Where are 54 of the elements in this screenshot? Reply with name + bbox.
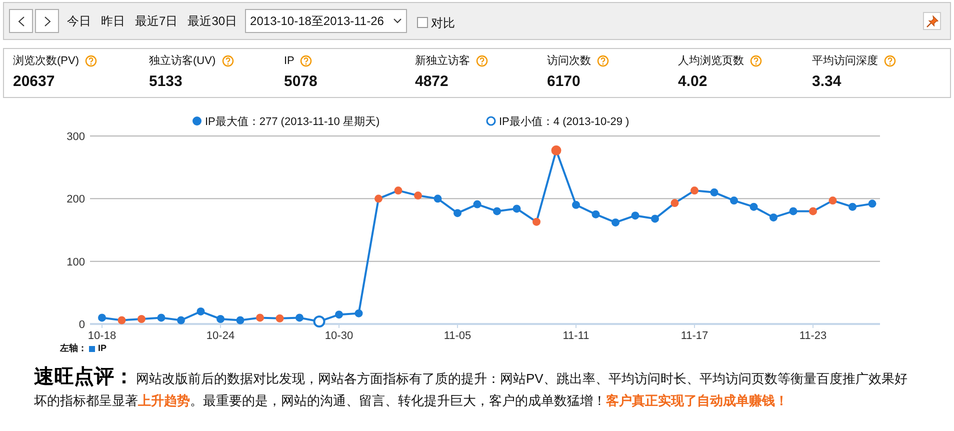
x-tick-label: 10-30 (324, 330, 354, 342)
next-button[interactable] (35, 9, 59, 33)
chevron-down-icon (393, 18, 402, 24)
stat-label: 独立访客(UV) (149, 54, 216, 69)
date-range-link[interactable]: 今日 (67, 12, 91, 30)
y-tick-label: 300 (66, 131, 85, 143)
stat-label: 新独立访客 (415, 54, 470, 69)
help-icon[interactable] (222, 55, 234, 68)
series-swatch (89, 346, 95, 352)
x-tick-label: 10-18 (88, 330, 116, 342)
hollow-dot-icon (486, 116, 496, 126)
filled-dot-icon (192, 116, 202, 126)
stat-value: 4.02 (678, 74, 708, 88)
y-tick-label: 0 (78, 319, 85, 331)
stat-value: 3.34 (812, 74, 842, 88)
compare-label: 对比 (431, 14, 456, 32)
help-icon[interactable] (884, 55, 896, 68)
help-icon[interactable] (85, 55, 97, 68)
pin-button[interactable] (923, 12, 941, 30)
stat-label: 浏览次数(PV) (13, 54, 79, 69)
review-paragraph: 速旺点评：网站改版前后的数据对比发现，网站各方面指标有了质的提升：网站PV、跳出率、平均访问时长、平均访问页数等衡量百度推广效果好坏的指标都呈显著上升趋势。最重要的是，网站的沟通、留言、转化提升巨大，客户的成单数猛增！客户真正实现了自动成单赚钱！ (34, 366, 908, 410)
pin-icon (926, 14, 938, 28)
previous-button[interactable] (9, 9, 33, 33)
x-tick-label: 11-17 (680, 330, 708, 342)
help-icon[interactable] (750, 55, 762, 68)
stat-label: 平均访问深度 (812, 54, 878, 69)
help-icon[interactable] (597, 55, 609, 68)
stat-value: 5133 (149, 74, 184, 88)
x-tick-label: 11-23 (799, 330, 827, 342)
series-label: IP (98, 342, 107, 355)
stat-label: 访问次数 (547, 54, 591, 69)
chevron-right-icon (44, 16, 50, 26)
stat-label: 人均浏览页数 (678, 54, 744, 69)
stat-value: 20637 (13, 74, 56, 88)
x-tick-label: 11-05 (444, 330, 472, 342)
axis-label: 左轴： (60, 342, 87, 355)
stat-value: 5078 (284, 74, 318, 88)
stat-value: 6170 (547, 74, 582, 88)
date-range-select[interactable]: 2013-10-18至2013-11-26 (245, 9, 408, 33)
x-tick-label: 10-24 (206, 330, 235, 342)
stat-label: IP (284, 54, 294, 69)
x-tick-label: 11-11 (562, 330, 590, 342)
date-range-link[interactable]: 最近7日 (135, 12, 178, 30)
legend-label: IP最大值：277 (2013-11-10 星期天) (205, 116, 380, 128)
help-icon[interactable] (476, 55, 488, 68)
y-tick-label: 200 (66, 194, 85, 206)
date-range-link[interactable]: 最近30日 (188, 12, 238, 30)
legend-label: IP最小值：4 (2013-10-29 ) (499, 116, 630, 128)
help-icon[interactable] (300, 55, 312, 68)
y-tick-label: 100 (66, 256, 85, 268)
compare-checkbox[interactable] (417, 17, 428, 28)
date-range-link[interactable]: 昨日 (101, 12, 125, 30)
stat-value: 4872 (415, 74, 450, 88)
chevron-left-icon (18, 16, 24, 26)
